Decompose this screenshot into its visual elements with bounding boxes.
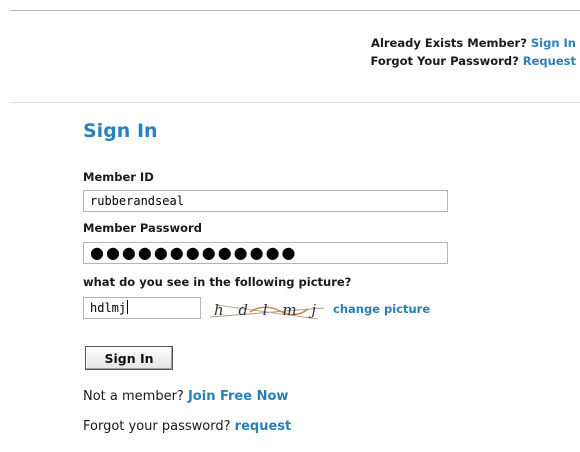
header-sign-in-link[interactable]: Sign In xyxy=(531,36,576,50)
join-free-link[interactable]: Join Free Now xyxy=(188,389,288,404)
forgot-password-row: Forgot Your Password? Request xyxy=(370,52,576,70)
captcha-input-value: hdlmj xyxy=(90,301,127,315)
forgot-password-footer-text: Forgot your password? xyxy=(83,419,231,434)
section-divider xyxy=(10,102,580,103)
join-row: Not a member? Join Free Now xyxy=(83,389,288,404)
not-member-text: Not a member? xyxy=(83,389,184,404)
password-label: Member Password xyxy=(83,221,202,235)
captcha-input[interactable]: hdlmj xyxy=(83,297,201,319)
already-member-text: Already Exists Member? xyxy=(371,36,527,50)
password-input[interactable]: ●●●●●●●●●●●●● xyxy=(83,242,448,264)
header-request-link[interactable]: Request xyxy=(523,54,576,68)
sign-in-button[interactable]: Sign In xyxy=(85,346,173,370)
change-picture-link[interactable]: change picture xyxy=(333,302,430,316)
already-member-row: Already Exists Member? Sign In xyxy=(370,34,576,52)
forgot-password-text: Forgot Your Password? xyxy=(370,54,519,68)
request-link[interactable]: request xyxy=(235,419,292,434)
captcha-glyphs: h d l m j xyxy=(214,301,321,319)
forgot-row: Forgot your password? request xyxy=(83,419,291,434)
text-caret xyxy=(127,300,129,314)
header-links: Already Exists Member? Sign In Forgot Yo… xyxy=(370,34,576,70)
captcha-label: what do you see in the following picture… xyxy=(83,275,352,289)
top-divider xyxy=(10,10,580,11)
captcha-image: h d l m j xyxy=(209,301,325,320)
password-mask: ●●●●●●●●●●●●● xyxy=(90,243,298,262)
member-id-value: rubberandseal xyxy=(90,194,184,208)
member-id-label: Member ID xyxy=(83,170,154,184)
member-id-input[interactable]: rubberandseal xyxy=(83,190,448,212)
page-title: Sign In xyxy=(83,120,158,142)
